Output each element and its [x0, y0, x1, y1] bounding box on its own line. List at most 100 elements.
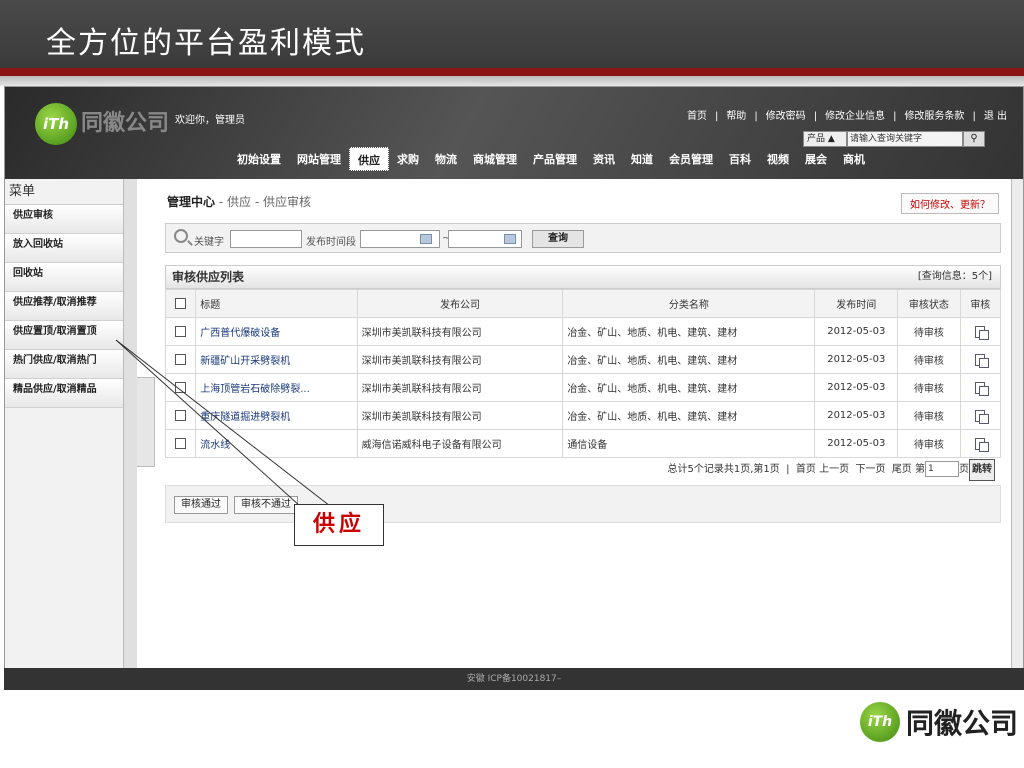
go-button[interactable]: 跳转 — [969, 459, 995, 481]
row-select[interactable] — [164, 429, 197, 458]
nav-tab-opportunity[interactable]: 商机 — [835, 147, 873, 171]
pager-last[interactable]: 尾页 — [892, 464, 912, 475]
row-select[interactable] — [164, 345, 197, 374]
nav-tab-site[interactable]: 网站管理 — [289, 147, 349, 171]
nav-tab-logistics[interactable]: 物流 — [427, 147, 465, 171]
top-link-logout[interactable]: 退 出 — [984, 111, 1007, 122]
search-category-select[interactable]: 产品 ▲ — [803, 131, 847, 147]
pager-page-suffix: 页 — [959, 464, 969, 475]
document-icon[interactable] — [975, 325, 990, 340]
search-button[interactable]: ⚲ — [963, 131, 985, 147]
document-icon[interactable] — [975, 437, 990, 452]
row-select[interactable] — [164, 373, 197, 402]
header-select-all[interactable] — [164, 289, 197, 318]
table-row: 流水线 威海信诺威科电子设备有限公司 通信设备 2012-05-03 待审核 — [164, 429, 1002, 458]
row-select[interactable] — [164, 317, 197, 346]
cell-title[interactable]: 流水线 — [195, 429, 358, 458]
pager-page-prefix: 第 — [915, 464, 925, 475]
cell-title[interactable]: 新疆矿山开采劈裂机 — [195, 345, 358, 374]
brand-mark-icon: iTh — [860, 702, 900, 742]
nav-tab-products[interactable]: 产品管理 — [525, 147, 585, 171]
cell-category: 通信设备 — [562, 429, 816, 458]
calendar-icon[interactable] — [504, 234, 516, 244]
approve-button[interactable]: 审核通过 — [174, 496, 228, 514]
top-link-password[interactable]: 修改密码 — [766, 111, 806, 122]
date-range-label: 发布时间段 — [306, 237, 356, 248]
nav-tab-knowledge[interactable]: 知道 — [623, 147, 661, 171]
pager-summary: 总计5个记录共1页,第1页 — [667, 464, 780, 475]
cell-title[interactable]: 广西普代爆破设备 — [195, 317, 358, 346]
sidebar-collapse-handle[interactable] — [137, 377, 155, 467]
breadcrumb: 管理中心 - 供应 - 供应审核 — [167, 193, 311, 210]
top-link-sep: | — [813, 111, 818, 122]
sidebar-item-to-recycle[interactable]: 放入回收站 — [5, 234, 136, 263]
nav-tab-settings[interactable]: 初始设置 — [229, 147, 289, 171]
pagination: 总计5个记录共1页,第1页 | 首页 上一页 下一页 尾页 第 1 页跳转 — [165, 459, 1001, 481]
table-row: 重庆隧道掘进劈裂机 深圳市美凯联科技有限公司 冶金、矿山、地质、机电、建筑、建材… — [164, 401, 1002, 430]
nav-tab-news[interactable]: 资讯 — [585, 147, 623, 171]
cell-date: 2012-05-03 — [814, 317, 899, 346]
cell-title[interactable]: 重庆隧道掘进劈裂机 — [195, 401, 358, 430]
reject-button[interactable]: 审核不通过 — [234, 496, 298, 514]
pager-prev[interactable]: 上一页 — [819, 464, 849, 475]
filter-bar: 关键字 发布时间段 ~ 查询 — [165, 223, 1001, 253]
cell-date: 2012-05-03 — [814, 345, 899, 374]
page-number-input[interactable]: 1 — [925, 461, 959, 477]
document-icon[interactable] — [975, 381, 990, 396]
nav-tab-members[interactable]: 会员管理 — [661, 147, 721, 171]
top-link-terms[interactable]: 修改服务条款 — [904, 111, 964, 122]
row-select[interactable] — [164, 401, 197, 430]
nav-tab-expo[interactable]: 展会 — [797, 147, 835, 171]
nav-tab-wiki[interactable]: 百科 — [721, 147, 759, 171]
breadcrumb-supply[interactable]: 供应 — [227, 195, 251, 209]
col-title: 标题 — [195, 289, 358, 318]
cell-date: 2012-05-03 — [814, 429, 899, 458]
pager-first[interactable]: 首页 — [796, 464, 816, 475]
logo-text: 同徽公司 — [81, 111, 170, 136]
search-input[interactable]: 请输入查询关键字 — [847, 131, 963, 147]
nav-tab-purchase[interactable]: 求购 — [389, 147, 427, 171]
sidebar-item-hot[interactable]: 热门供应/取消热门 — [5, 350, 136, 379]
checkbox[interactable] — [175, 409, 187, 421]
breadcrumb-sep: - — [215, 195, 227, 209]
help-update-button[interactable]: 如何修改、更新？ — [901, 193, 999, 214]
sidebar-item-review[interactable]: 供应审核 — [5, 205, 136, 234]
breadcrumb-root[interactable]: 管理中心 — [167, 195, 215, 209]
nav-tab-mall[interactable]: 商城管理 — [465, 147, 525, 171]
review-action[interactable] — [959, 401, 1002, 430]
document-icon[interactable] — [975, 409, 990, 424]
cell-title[interactable]: 上海顶管岩石破除劈裂... — [195, 373, 358, 402]
top-link-company-info[interactable]: 修改企业信息 — [825, 111, 885, 122]
table-row: 上海顶管岩石破除劈裂... 深圳市美凯联科技有限公司 冶金、矿山、地质、机电、建… — [164, 373, 1002, 402]
keyword-input[interactable] — [230, 230, 302, 248]
top-link-help[interactable]: 帮助 — [726, 111, 746, 122]
checkbox[interactable] — [175, 381, 187, 393]
sidebar-item-premium[interactable]: 精品供应/取消精品 — [5, 379, 136, 408]
cell-category: 冶金、矿山、地质、机电、建筑、建材 — [562, 345, 816, 374]
list-count: [查询信息：5个] — [917, 271, 992, 282]
review-action[interactable] — [959, 345, 1002, 374]
nav-tab-video[interactable]: 视频 — [759, 147, 797, 171]
document-icon[interactable] — [975, 353, 990, 368]
checkbox[interactable] — [175, 353, 187, 365]
checkbox[interactable] — [175, 437, 187, 449]
calendar-icon[interactable] — [420, 234, 432, 244]
review-action[interactable] — [959, 429, 1002, 458]
review-action[interactable] — [959, 317, 1002, 346]
nav-tab-supply[interactable]: 供应 — [349, 147, 389, 171]
top-link-home[interactable]: 首页 — [687, 111, 707, 122]
brand-name: 同徽公司 — [906, 707, 1019, 740]
checkbox[interactable] — [175, 297, 187, 309]
sidebar-item-pin[interactable]: 供应置顶/取消置顶 — [5, 321, 136, 350]
sidebar-item-recycle-bin[interactable]: 回收站 — [5, 263, 136, 292]
review-action[interactable] — [959, 373, 1002, 402]
checkbox[interactable] — [175, 325, 187, 337]
sidebar-scrollbar[interactable] — [123, 179, 137, 669]
query-button[interactable]: 查询 — [532, 230, 584, 248]
pager-next[interactable]: 下一页 — [855, 464, 885, 475]
app-footer: 安徽 ICP备10021817– — [4, 668, 1024, 690]
breadcrumb-review: 供应审核 — [262, 195, 311, 209]
sidebar-item-recommend[interactable]: 供应推荐/取消推荐 — [5, 292, 136, 321]
main-scrollbar[interactable] — [1011, 179, 1023, 689]
cell-company: 威海信诺威科电子设备有限公司 — [356, 429, 564, 458]
